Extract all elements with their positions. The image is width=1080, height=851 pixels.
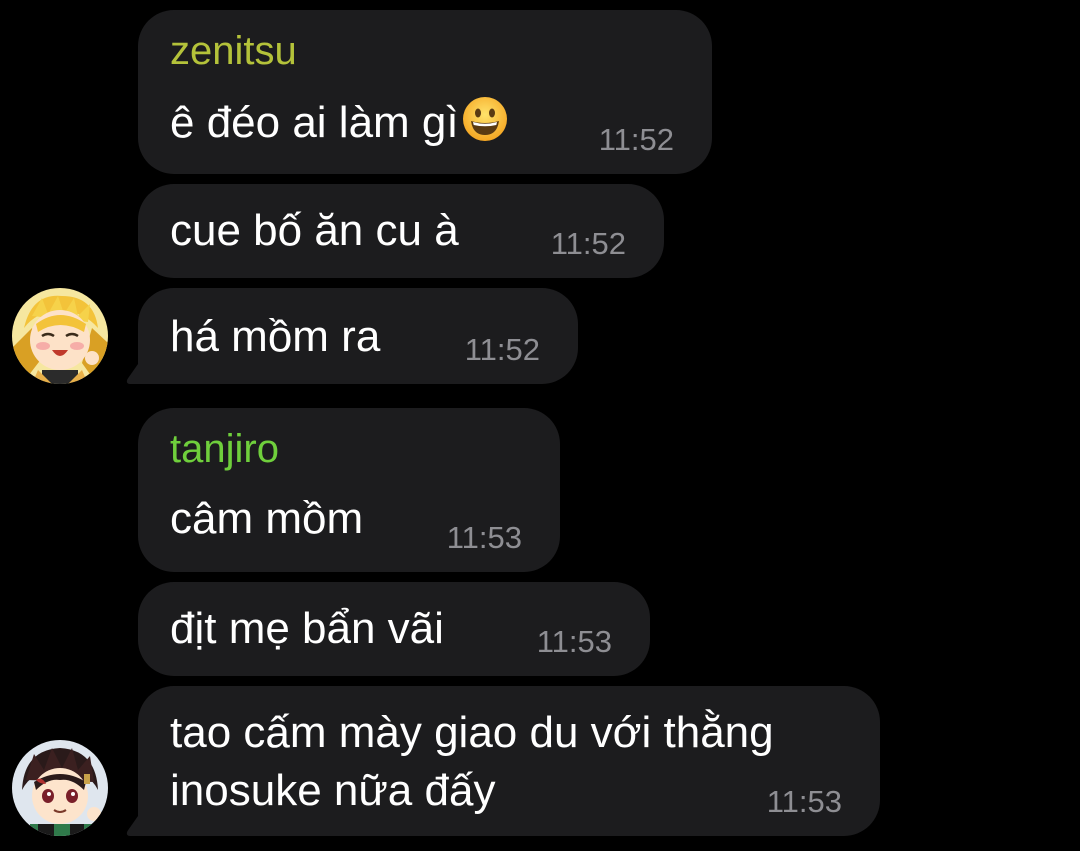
sender-name[interactable]: tanjiro	[170, 426, 279, 472]
message-timestamp: 11:53	[536, 624, 612, 659]
message-timestamp: 11:52	[464, 332, 540, 367]
bubble-tail	[124, 812, 154, 836]
message-bubble[interactable]: cue bố ăn cu à 11:52	[138, 184, 664, 278]
message-bubble[interactable]: há mồm ra 11:52	[138, 288, 578, 384]
message-timestamp: 11:53	[766, 784, 842, 819]
message-timestamp: 11:52	[550, 226, 626, 261]
message-bubble[interactable]: tao cấm mày giao du với thằng inosuke nữ…	[138, 686, 880, 836]
message-timestamp: 11:52	[598, 122, 674, 157]
sender-name[interactable]: zenitsu	[170, 28, 297, 74]
message-text: câm mồm	[170, 494, 364, 543]
grinning-face-emoji	[462, 97, 507, 141]
bubble-tail	[124, 360, 154, 384]
message-text-content: ê đéo ai làm gì	[170, 98, 459, 147]
message-text: địt mẹ bẩn vãi	[170, 604, 444, 653]
message-timestamp: 11:53	[446, 520, 522, 555]
message-text: tao cấm mày giao du với thằng inosuke nữ…	[170, 708, 774, 815]
zenitsu-avatar[interactable]	[12, 288, 108, 384]
message-text: cue bố ăn cu à	[170, 206, 459, 255]
message-text: ê đéo ai làm gì	[170, 94, 509, 152]
message-text: há mồm ra	[170, 312, 381, 361]
tanjiro-avatar-image	[12, 740, 108, 836]
message-bubble[interactable]: tanjiro câm mồm 11:53	[138, 408, 560, 572]
message-bubble[interactable]: địt mẹ bẩn vãi 11:53	[138, 582, 650, 676]
message-bubble[interactable]: zenitsu ê đéo ai làm gì 11:52	[138, 10, 712, 174]
zenitsu-avatar-image	[12, 288, 108, 384]
tanjiro-avatar[interactable]	[12, 740, 108, 836]
